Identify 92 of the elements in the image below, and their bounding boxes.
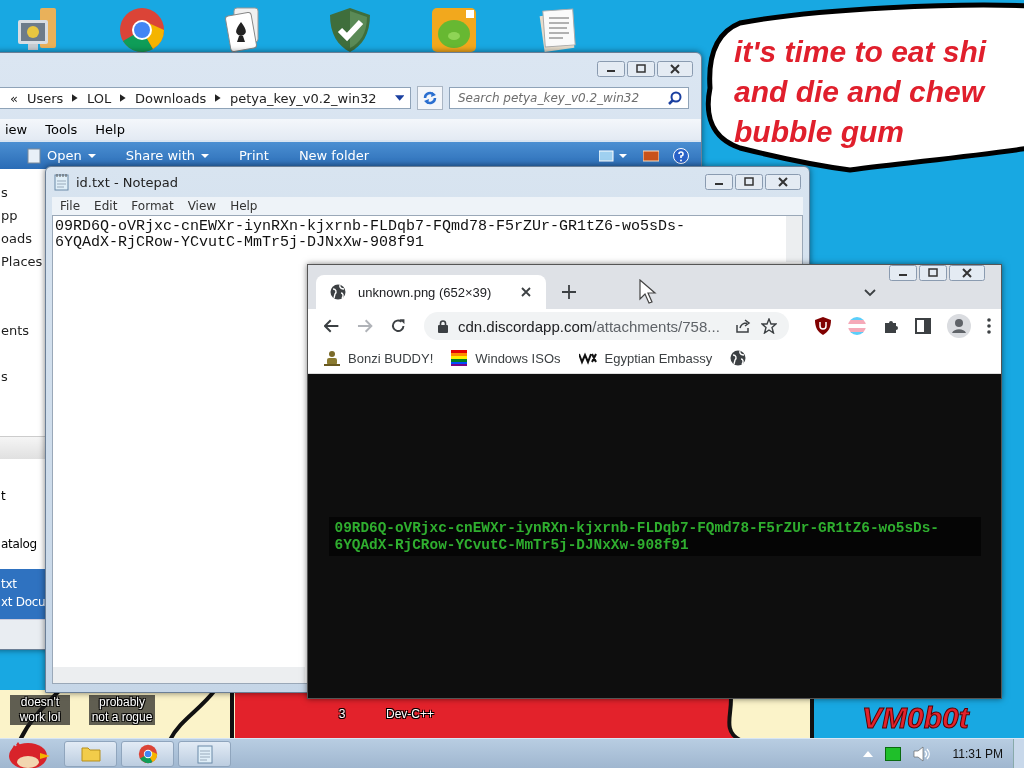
browser-icon [137, 744, 158, 764]
breadcrumb-item[interactable]: LOL [87, 90, 112, 106]
bookmark[interactable]: Windows ISOs [451, 350, 561, 366]
help-icon [673, 147, 689, 164]
reload-icon[interactable] [390, 318, 406, 334]
close-button[interactable] [949, 265, 985, 281]
bookmark[interactable]: Bonzi BUDDY! [324, 350, 434, 366]
minimize-button[interactable] [705, 174, 733, 190]
breadcrumb-item[interactable]: « [10, 90, 18, 106]
close-button[interactable] [657, 61, 693, 78]
browser-icon[interactable] [118, 6, 166, 54]
nav-item[interactable]: Places [1, 250, 45, 274]
nav-item[interactable]: s [1, 365, 45, 389]
new-tab-icon[interactable] [562, 285, 576, 299]
speech-bubble-text: it's time to eat shi and die and chew bubble gum [734, 34, 987, 150]
minimize-button[interactable] [597, 61, 625, 78]
horizontal-scrollbar[interactable] [53, 667, 305, 683]
clock[interactable]: 11:31 PM [952, 747, 1003, 761]
close-button[interactable] [765, 174, 801, 190]
globe-icon [330, 284, 346, 300]
menu-icon[interactable] [987, 318, 991, 334]
search-field[interactable]: Search petya_key_v0.2_win32 [449, 87, 689, 110]
avatar-icon[interactable] [947, 314, 971, 338]
icon-label[interactable]: doesn't work lol [10, 695, 70, 725]
list-row[interactable]: txt xt Docu [0, 569, 45, 620]
icon-label[interactable]: Dev-C++ [380, 707, 440, 722]
breadcrumb-arrow-icon [215, 94, 221, 103]
notepad-icon [194, 744, 215, 764]
minimize-button[interactable] [889, 265, 917, 281]
taskbar-button[interactable] [121, 741, 174, 767]
nav-item[interactable]: pp [1, 204, 45, 228]
share-icon[interactable] [735, 318, 751, 334]
breadcrumb-item[interactable]: petya_key_v0.2_win32 [229, 90, 377, 106]
list-row[interactable]: t [0, 485, 45, 508]
side-panel-icon[interactable] [915, 318, 931, 334]
vertical-scrollbar[interactable] [786, 216, 802, 262]
icon-label[interactable]: 3 [332, 707, 352, 722]
address-bar[interactable]: « Users LOL Downloads petya_key_v0.2_win32 [0, 87, 411, 110]
close-icon[interactable] [520, 286, 532, 298]
puzzle-icon[interactable] [883, 318, 899, 334]
document-icon [27, 147, 41, 164]
mouse-pointer-icon [639, 279, 657, 305]
view-options-icon [599, 149, 629, 162]
shield-icon[interactable] [815, 317, 831, 335]
menu-item[interactable]: Format [131, 199, 174, 213]
dropdown-arrow-icon[interactable] [394, 95, 404, 102]
breadcrumb-item[interactable]: Downloads [134, 90, 207, 106]
toolbar-button[interactable]: Share with [121, 148, 220, 164]
globe-icon[interactable] [730, 350, 747, 366]
breadcrumb-arrow-icon [72, 94, 78, 103]
folder-icon [80, 744, 101, 764]
menu-item[interactable]: Edit [94, 199, 118, 213]
figure-icon [324, 350, 340, 366]
menu-item[interactable]: iew [5, 121, 28, 137]
notepad-icon [54, 173, 70, 191]
bookmark[interactable]: Egyptian Embassy [578, 350, 713, 366]
toolbar-button[interactable]: New folder [294, 148, 381, 164]
maximize-button[interactable] [627, 61, 655, 78]
star-icon[interactable] [761, 318, 777, 334]
breadcrumb-item[interactable]: Users [26, 90, 64, 106]
preview-pane-icon [643, 149, 659, 162]
browser-tab[interactable]: unknown.png (652×39) [316, 275, 546, 309]
maximize-button[interactable] [735, 174, 763, 190]
menu-item[interactable]: View [187, 199, 217, 213]
nav-item[interactable]: oads [1, 227, 45, 251]
game-icon[interactable] [430, 6, 478, 54]
list-row[interactable]: atalog [0, 533, 45, 556]
toolbar-button[interactable]: Open [43, 148, 107, 164]
menu-item[interactable]: Help [230, 199, 258, 213]
icon-label[interactable]: probably not a rogue [89, 695, 155, 725]
speaker-icon[interactable] [912, 746, 931, 762]
battery-icon[interactable] [884, 747, 901, 761]
document-text: 09RD6Q-oVRjxc-cnEWXr-iynRXn-kjxrnb-FLDqb7-FQmd78-F5rZUr-GR1tZ6-wo5sDs- 6YQAdX-RjCRow-YCvutC-MmTr5j-DJNxXw-908f91 [54, 217, 687, 253]
nav-item[interactable]: ents [1, 319, 45, 343]
menu-item[interactable]: Tools [45, 121, 78, 137]
menu-item[interactable]: File [60, 199, 81, 213]
back-icon[interactable] [324, 319, 340, 333]
image-text: 6YQAdX-RjCRow-YCvutC-MmTr5j-DJNxXw-908f91 [334, 536, 690, 554]
breadcrumb-arrow-icon [120, 94, 126, 103]
rainbow-flag-icon [451, 350, 468, 366]
nav-item[interactable]: s [1, 181, 45, 205]
refresh-button[interactable] [417, 86, 443, 111]
signature-text: VM0b0t [862, 700, 969, 736]
chevron-down-icon[interactable] [864, 289, 876, 297]
toolbar-button[interactable]: Print [234, 148, 280, 164]
address-bar[interactable]: cdn.discordapp.com/attachments/758... [424, 312, 789, 340]
lock-icon [438, 319, 448, 333]
image-text: 09RD6Q-oVRjxc-cnEWXr-iynRXn-kjxrnb-FLDqb7-FQmd78-F5rZUr-GR1tZ6-wo5sDs- [334, 519, 940, 537]
maximize-button[interactable] [919, 265, 947, 281]
menu-item[interactable]: Help [95, 121, 125, 137]
window-title: id.txt - Notepad [76, 174, 179, 190]
search-icon [668, 91, 682, 106]
